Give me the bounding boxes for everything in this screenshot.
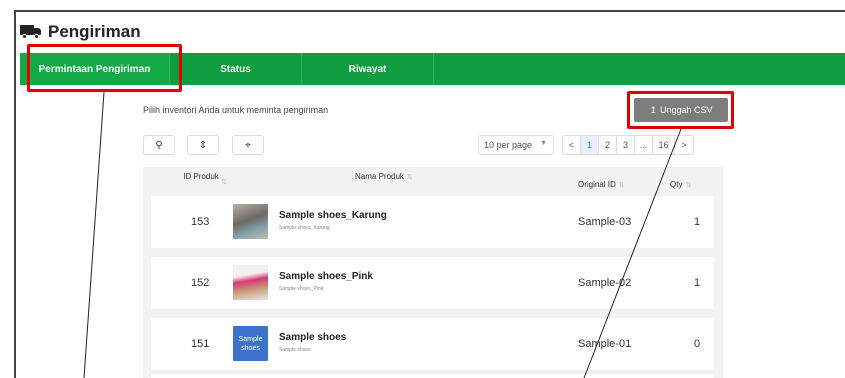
annotation-lines <box>83 91 682 378</box>
annotation-line-right <box>583 128 682 378</box>
annotation-line-left <box>83 91 105 378</box>
